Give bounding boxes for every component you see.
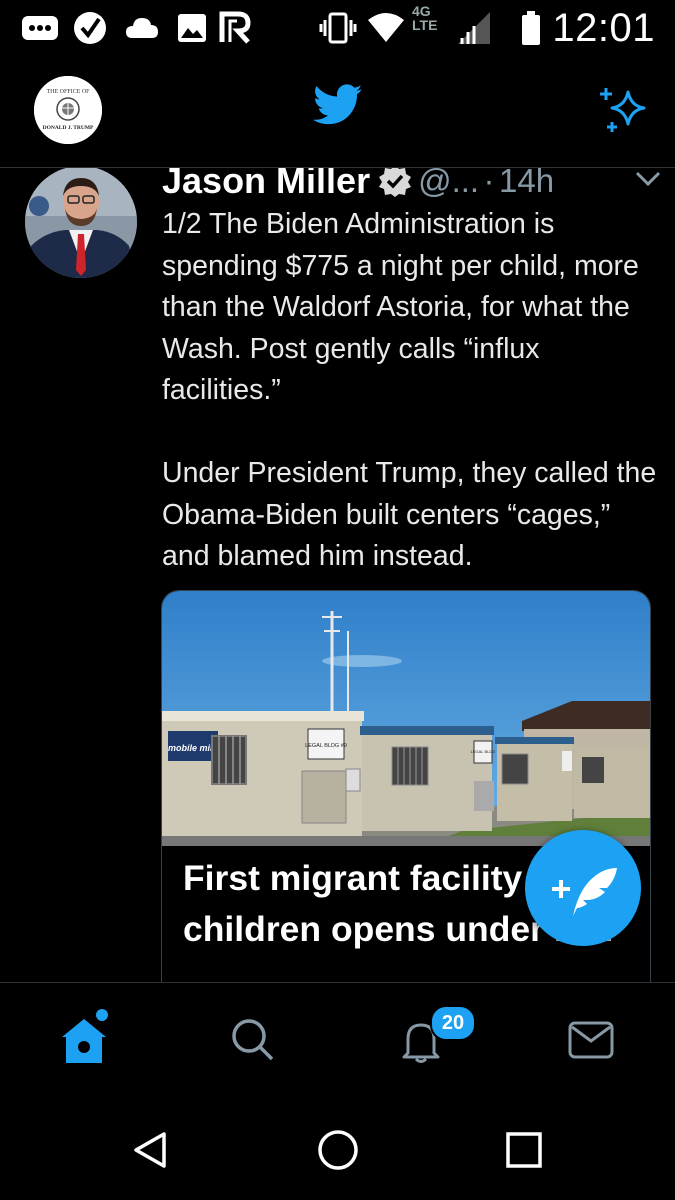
author-photo xyxy=(25,168,137,278)
presidential-seal-icon: THE OFFICE OF DONALD J. TRUMP xyxy=(34,76,102,144)
verified-badge-icon xyxy=(379,168,412,197)
chevron-down-icon[interactable] xyxy=(634,170,662,188)
nav-home[interactable] xyxy=(0,983,168,1093)
card-sign-mobile-mini: mobile mini xyxy=(168,743,219,753)
clock: 12:01 xyxy=(552,6,655,50)
compose-tweet-icon xyxy=(552,868,617,916)
recents-icon[interactable] xyxy=(504,1130,544,1170)
compose-tweet-button[interactable] xyxy=(525,830,641,946)
author-handle[interactable]: @... xyxy=(418,168,479,199)
more-icon xyxy=(22,16,58,40)
check-icon xyxy=(74,12,106,44)
tweet-paragraph-1: 1/2 The Biden Administration is spending… xyxy=(162,208,639,406)
sparkle-icon[interactable] xyxy=(598,86,650,134)
author-avatar[interactable] xyxy=(25,168,137,278)
nav-search[interactable] xyxy=(168,983,336,1093)
tweet-timestamp[interactable]: 14h xyxy=(499,168,554,199)
r-app-icon xyxy=(219,11,251,44)
account-avatar[interactable]: THE OFFICE OF DONALD J. TRUMP xyxy=(34,76,102,144)
battery-icon xyxy=(522,11,540,45)
network-type-label: 4G LTE xyxy=(412,3,438,33)
signal-icon xyxy=(458,12,490,44)
bottom-navigation: 20 xyxy=(0,982,675,1093)
card-image: mobile mini LEGAL BLDG #9 LEGAL BLDG xyxy=(162,591,650,846)
twitter-bird-icon xyxy=(313,84,363,125)
separator-dot: · xyxy=(483,168,495,199)
author-name[interactable]: Jason Miller xyxy=(162,168,370,201)
wifi-icon xyxy=(368,13,404,42)
mail-icon xyxy=(568,1021,614,1059)
vibrate-icon xyxy=(319,12,357,44)
notification-count-badge: 20 xyxy=(430,1005,476,1041)
nav-notifications[interactable] xyxy=(336,983,504,1093)
image-icon xyxy=(178,14,206,42)
seal-bottom-text: DONALD J. TRUMP xyxy=(43,125,94,131)
search-icon xyxy=(232,1019,274,1061)
tweet-text: 1/2 The Biden Administration is spending… xyxy=(162,204,662,578)
tweet-paragraph-2: Under President Trump, they called the O… xyxy=(162,457,657,572)
top-app-bar: THE OFFICE OF DONALD J. TRUMP xyxy=(0,56,675,168)
cloud-icon xyxy=(126,18,158,38)
home-button-icon[interactable] xyxy=(314,1126,362,1174)
home-icon xyxy=(62,1009,108,1063)
nav-messages[interactable] xyxy=(504,983,672,1093)
card-sign-legal-bldg-2: LEGAL BLDG xyxy=(471,749,496,754)
seal-top-text: THE OFFICE OF xyxy=(46,89,90,95)
card-sign-legal-bldg: LEGAL BLDG #9 xyxy=(305,743,347,749)
back-icon[interactable] xyxy=(128,1128,172,1172)
tweet-header: Jason Miller @... · 14h xyxy=(162,168,662,208)
system-navigation-bar xyxy=(0,1092,675,1200)
status-bar: 4G LTE 12:01 xyxy=(0,0,675,56)
